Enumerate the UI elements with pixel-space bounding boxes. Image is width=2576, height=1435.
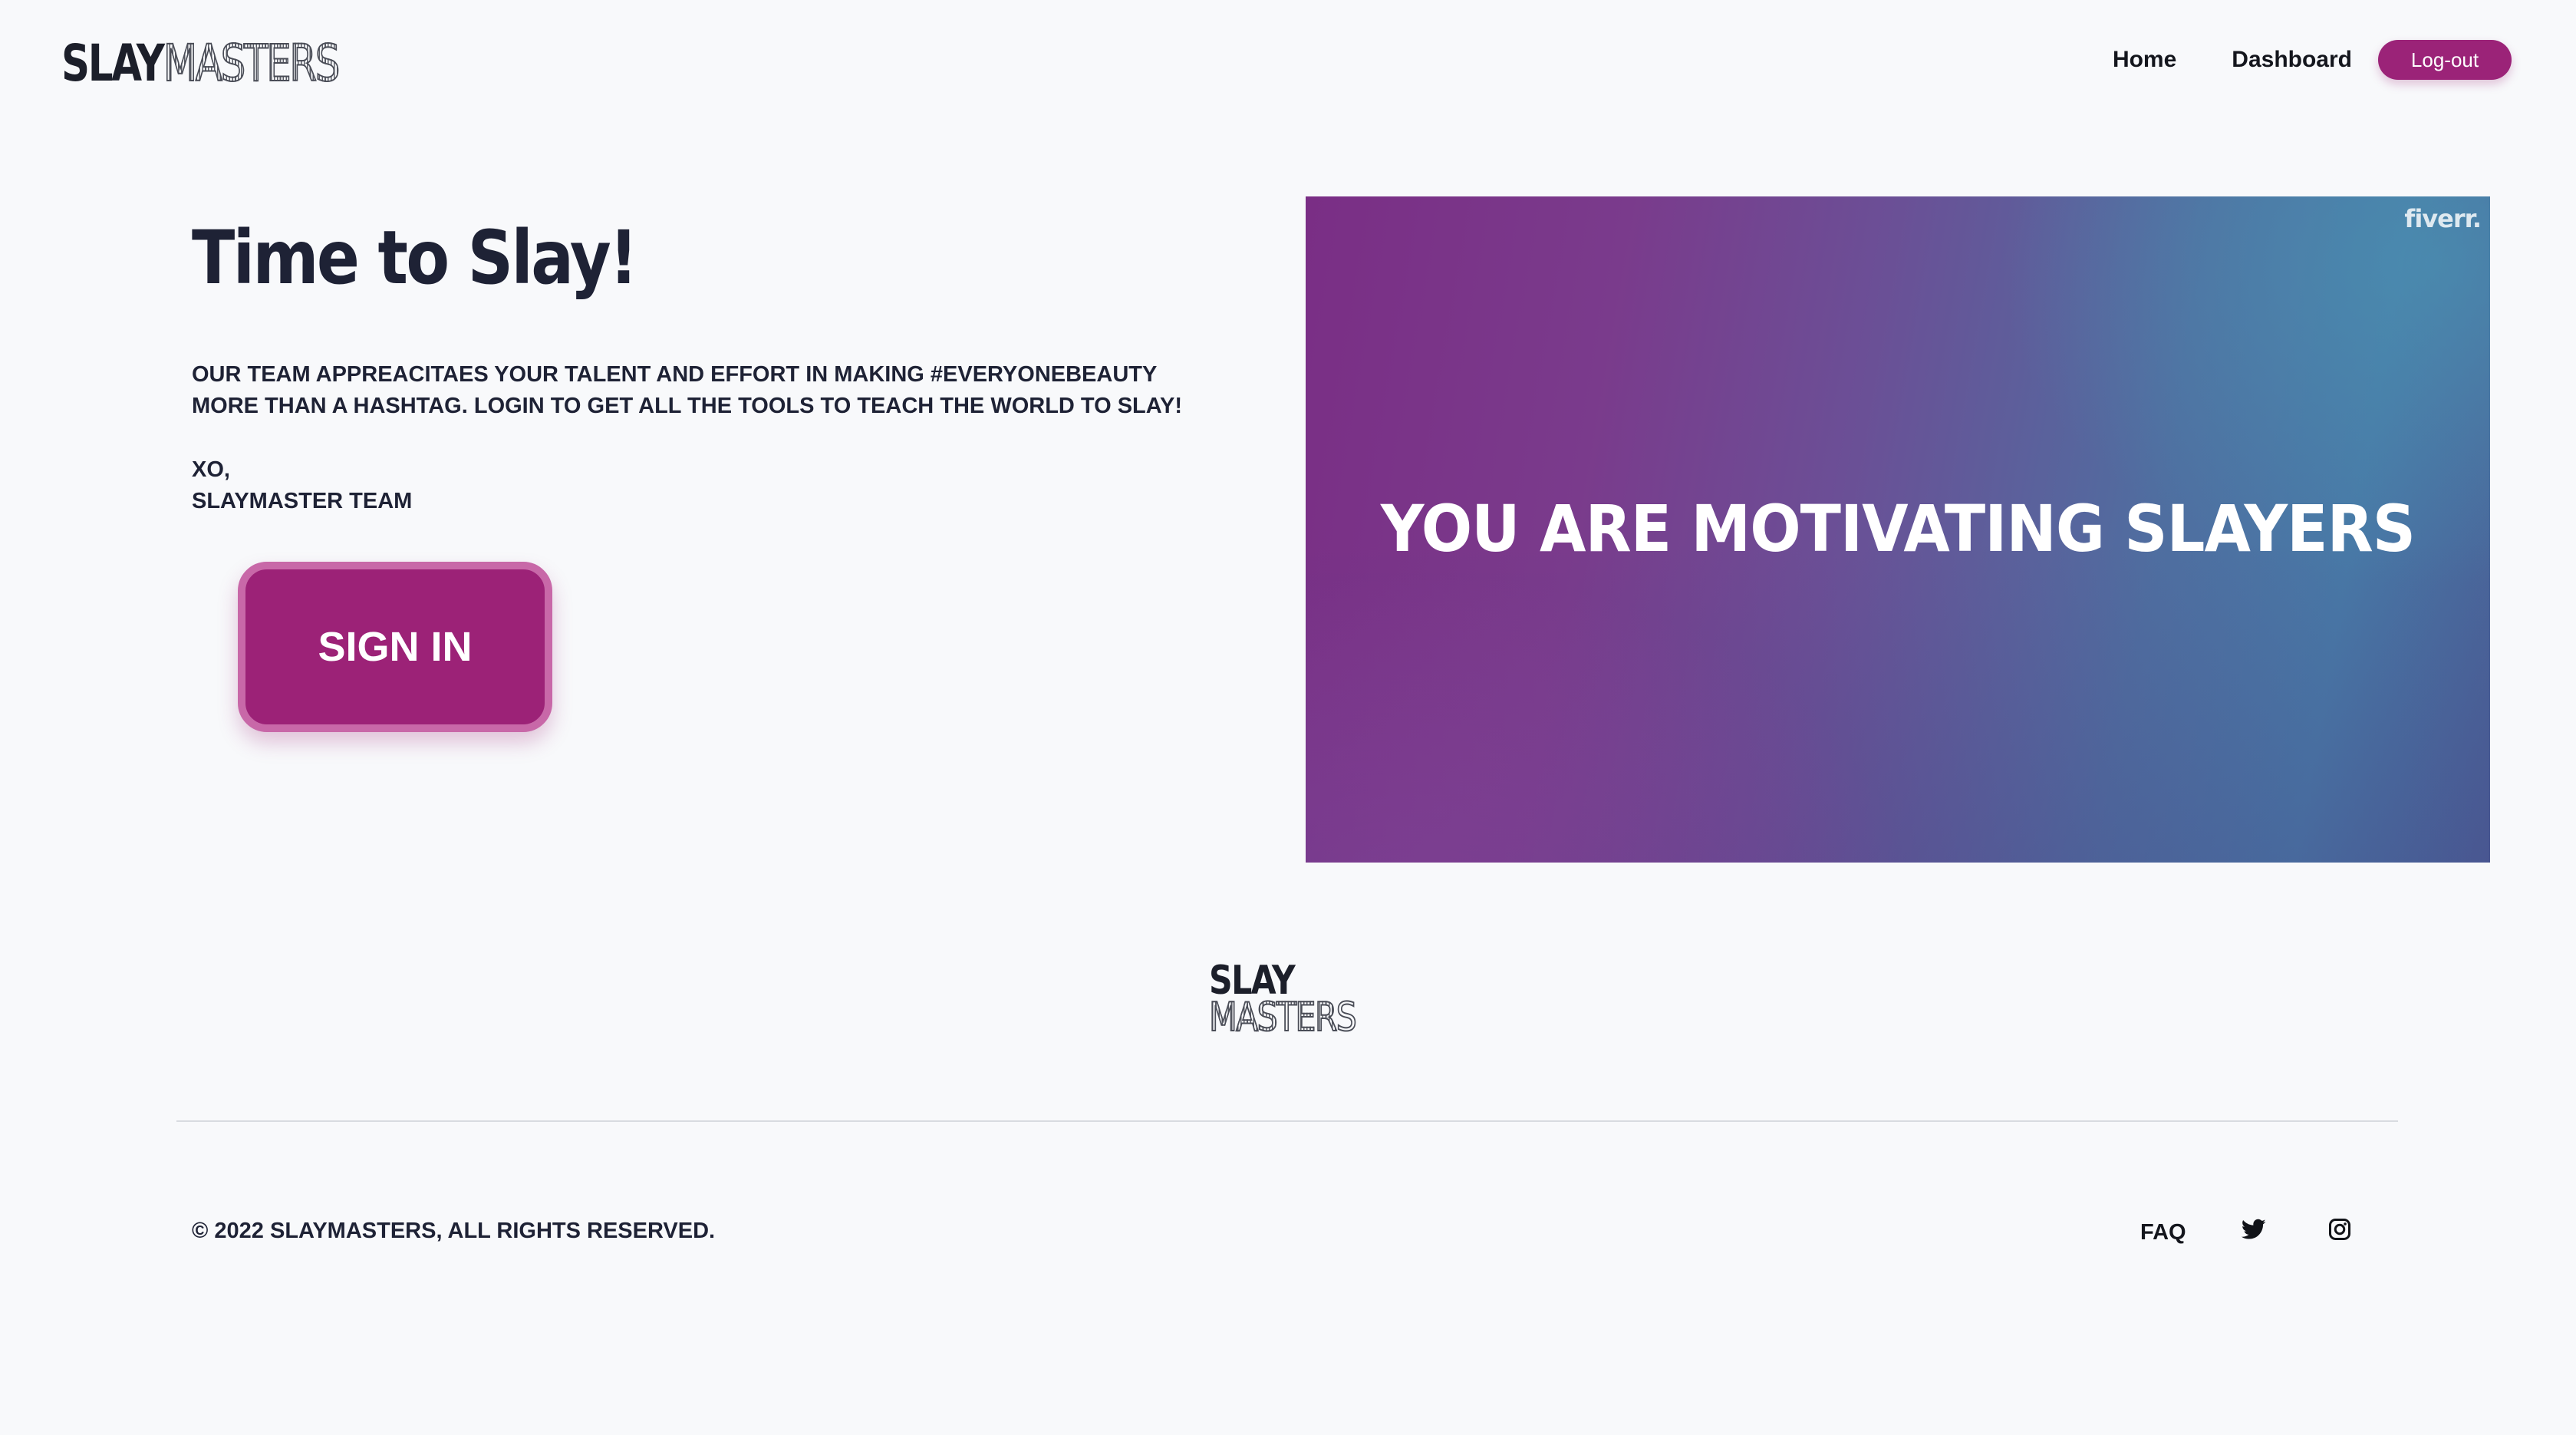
twitter-icon[interactable] [2240,1216,2268,1243]
nav-home-link[interactable]: Home [2113,47,2176,73]
banner-shade [1306,540,2490,863]
signoff: XO, SLAYMASTER TEAM [192,454,412,517]
motivation-banner-image: fiverr. YOU ARE MOTIVATING SLAYERS [1306,196,2490,863]
faq-link[interactable]: FAQ [2140,1220,2186,1245]
banner-watermark: fiverr. [2404,204,2482,233]
logout-button[interactable]: Log-out [2378,40,2512,80]
instagram-icon[interactable] [2326,1216,2354,1243]
page-title: Time to Slay! [192,215,638,301]
main-nav: Home Dashboard Log-out [2113,40,2512,80]
sign-in-button[interactable]: SIGN IN [238,562,552,732]
signoff-line-xo: XO, [192,457,230,482]
signoff-line-team: SLAYMASTER TEAM [192,489,413,513]
footer-logo-slay: SLAY [1209,958,1296,1004]
instagram-icon-glyph [2329,1219,2350,1240]
logo-text-slay: SLAY [61,34,165,93]
logo-text-masters: MASTERS [163,34,341,93]
copyright-text: © 2022 SLAYMASTERS, ALL RIGHTS RESERVED. [192,1219,716,1243]
site-header: SLAY MASTERS Home Dashboard Log-out [0,0,2576,123]
welcome-message: OUR TEAM APPREACITAES YOUR TALENT AND EF… [192,362,1183,418]
twitter-icon-glyph [2242,1219,2266,1239]
brand-logo[interactable]: SLAY MASTERS [61,34,341,93]
banner-headline: YOU ARE MOTIVATING SLAYERS [1380,491,2416,566]
footer-logo-masters: MASTERS [1208,995,1358,1041]
nav-dashboard-link[interactable]: Dashboard [2232,47,2352,73]
footer-divider [176,1120,2398,1122]
footer-logo: SLAY MASTERS [1208,958,1364,1041]
